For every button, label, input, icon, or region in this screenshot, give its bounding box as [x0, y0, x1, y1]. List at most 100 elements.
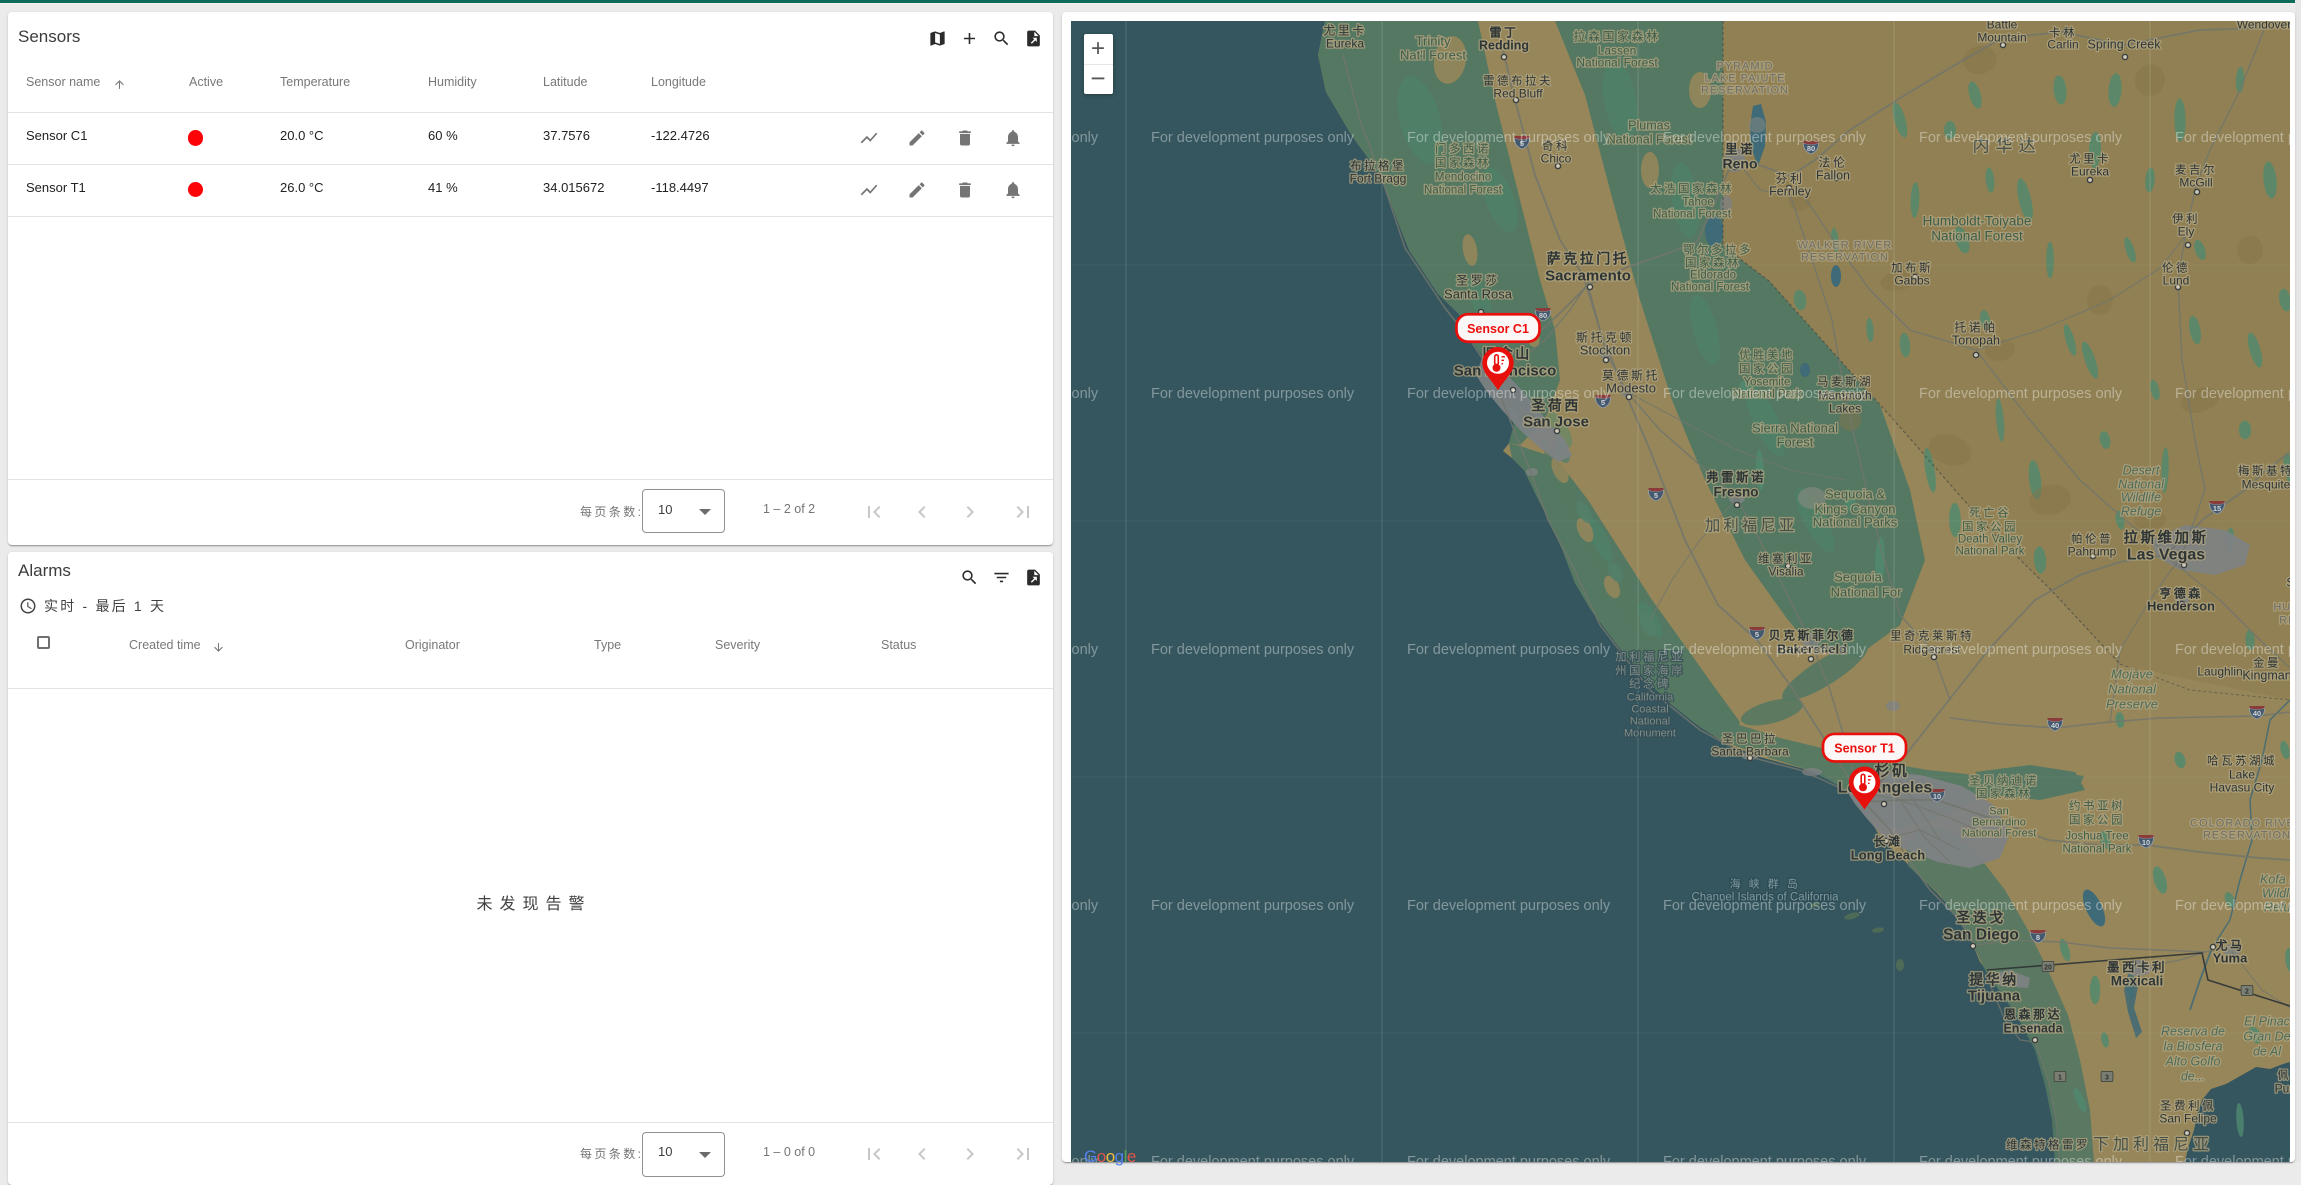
svg-text:Lakes: Lakes	[1829, 402, 1861, 416]
svg-text:拉斯维加斯: 拉斯维加斯	[2124, 529, 2209, 547]
svg-text:For development purposes only: For development purposes only	[1151, 642, 1355, 658]
svg-text:Modesto: Modesto	[1606, 381, 1656, 396]
svg-text:For development purposes only: For development purposes only	[2175, 130, 2290, 146]
svg-text:Joshua Tree: Joshua Tree	[2065, 831, 2128, 843]
svg-text:For development purposes only: For development purposes only	[1071, 642, 1099, 658]
svg-text:RES: RES	[2279, 615, 2290, 627]
svg-text:National For: National For	[1831, 585, 1902, 600]
svg-text:国家森林: 国家森林	[1435, 156, 1491, 170]
svg-text:5: 5	[1755, 630, 1759, 639]
svg-text:For development purposes only: For development purposes only	[1919, 1154, 2123, 1162]
svg-text:Tonopah: Tonopah	[1952, 334, 2000, 348]
svg-text:Fresno: Fresno	[1713, 485, 1758, 500]
svg-text:Forest: Forest	[1777, 435, 1814, 450]
svg-text:1: 1	[2058, 1075, 2062, 1082]
svg-text:Fallon: Fallon	[1816, 169, 1850, 183]
svg-text:鄂尔多拉多: 鄂尔多拉多	[1683, 243, 1753, 257]
svg-text:HUAL: HUAL	[2273, 602, 2290, 614]
svg-text:Laughlin: Laughlin	[2197, 665, 2242, 679]
svg-text:Reserva de: Reserva de	[2161, 1025, 2225, 1039]
svg-text:Wendover: Wendover	[2237, 21, 2290, 32]
svg-text:California: California	[1627, 692, 1674, 704]
svg-text:2: 2	[2245, 989, 2249, 996]
svg-text:Preserve: Preserve	[2106, 697, 2158, 712]
svg-text:For development purposes only: For development purposes only	[1919, 898, 2123, 914]
svg-text:For development purposes only: For development purposes only	[2175, 898, 2290, 914]
svg-text:圣贝纳迪诺: 圣贝纳迪诺	[1969, 775, 2039, 788]
svg-text:RESERVATION: RESERVATION	[1701, 85, 1789, 97]
svg-text:10: 10	[2142, 838, 2150, 847]
svg-text:国家公园: 国家公园	[1739, 362, 1795, 376]
svg-text:National Forest: National Forest	[1671, 282, 1750, 294]
svg-text:For development purposes only: For development purposes only	[2175, 386, 2290, 402]
svg-text:40: 40	[2253, 709, 2261, 718]
svg-text:PYRAMID: PYRAMID	[1716, 61, 1773, 73]
svg-text:Eldorado: Eldorado	[1690, 270, 1736, 282]
svg-text:Wildlife: Wildlife	[2121, 491, 2161, 505]
svg-text:McGill: McGill	[2179, 176, 2212, 190]
svg-text:国家公园: 国家公园	[1962, 520, 2018, 534]
svg-text:Humboldt-Toiyabe: Humboldt-Toiyabe	[1923, 214, 2032, 229]
svg-text:40: 40	[2051, 721, 2059, 730]
svg-text:Death Valley: Death Valley	[1958, 534, 2023, 546]
svg-text:For development purposes only: For development purposes only	[1663, 386, 1867, 402]
svg-text:For development purposes only: For development purposes only	[1407, 1154, 1611, 1162]
svg-text:For development purposes only: For development purposes only	[1407, 642, 1611, 658]
svg-text:For development purposes only: For development purposes only	[2175, 642, 2290, 658]
svg-text:Tijuana: Tijuana	[1968, 988, 2021, 1005]
svg-text:Kofa Natio: Kofa Natio	[2260, 873, 2290, 887]
svg-text:National Forest: National Forest	[1962, 828, 2037, 840]
svg-text:For development purposes only: For development purposes only	[1663, 898, 1867, 914]
svg-text:80: 80	[1539, 311, 1547, 320]
svg-text:St: St	[2286, 576, 2290, 590]
svg-text:Fernley: Fernley	[1769, 185, 1811, 199]
svg-text:For development purposes only: For development purposes only	[1663, 130, 1867, 146]
svg-text:Santa Rosa: Santa Rosa	[1444, 287, 1513, 302]
svg-text:托诺帕: 托诺帕	[1954, 320, 1998, 335]
svg-text:For development purposes only: For development purposes only	[1407, 386, 1611, 402]
svg-text:National Forest: National Forest	[1576, 56, 1658, 70]
svg-text:WALKER RIVER: WALKER RIVER	[1798, 240, 1893, 252]
svg-text:Santa Barbara: Santa Barbara	[1711, 745, 1789, 759]
svg-text:For development purposes only: For development purposes only	[1071, 130, 1099, 146]
svg-text:Sensor C1: Sensor C1	[1467, 322, 1529, 336]
svg-text:Mesquite: Mesquite	[2242, 478, 2290, 492]
svg-text:里奇克莱斯特: 里奇克莱斯特	[1890, 629, 1974, 643]
svg-text:Eureka: Eureka	[2071, 165, 2109, 179]
svg-text:For development purposes only: For development purposes only	[1151, 386, 1355, 402]
svg-text:San Diego: San Diego	[1943, 927, 2019, 944]
svg-text:Ely: Ely	[2178, 225, 2195, 239]
svg-text:El Pinac: El Pinac	[2244, 1015, 2290, 1029]
svg-text:National Forest: National Forest	[1653, 209, 1732, 221]
svg-text:梅斯基特: 梅斯基特	[2238, 464, 2290, 478]
svg-text:Alto Golfo: Alto Golfo	[2165, 1055, 2221, 1069]
svg-text:布拉格堡: 布拉格堡	[1350, 159, 1406, 173]
svg-text:For development purposes only: For development purposes only	[1151, 898, 1355, 914]
svg-text:National Park: National Park	[1955, 546, 2024, 558]
svg-text:伦德: 伦德	[2162, 261, 2190, 275]
svg-text:Havasu City: Havasu City	[2210, 781, 2275, 795]
svg-text:州国家海岸: 州国家海岸	[1615, 664, 1685, 678]
svg-text:Sierra National: Sierra National	[1752, 421, 1838, 436]
svg-text:San Felipe: San Felipe	[2159, 1112, 2217, 1126]
svg-text:For development purposes only: For development purposes only	[1663, 642, 1867, 658]
svg-text:For development purposes only: For development purposes only	[1919, 386, 2123, 402]
svg-text:Kingman: Kingman	[2242, 669, 2290, 683]
svg-text:For development purposes only: For development purposes only	[1919, 130, 2123, 146]
svg-text:8: 8	[2036, 933, 2040, 942]
svg-text:Reno: Reno	[1723, 156, 1758, 172]
svg-text:圣巴巴拉: 圣巴巴拉	[1722, 732, 1778, 746]
svg-text:Monument: Monument	[1624, 728, 1676, 740]
svg-text:国家公园: 国家公园	[2069, 813, 2125, 827]
svg-text:优胜美地: 优胜美地	[1739, 348, 1795, 362]
svg-text:国家森林: 国家森林	[1976, 787, 2032, 801]
svg-text:Visalia: Visalia	[1768, 565, 1803, 579]
svg-text:拉森国家森林: 拉森国家森林	[1573, 29, 1660, 44]
svg-text:For development purposes only: For development purposes only	[1151, 1154, 1355, 1162]
svg-text:For development purposes only: For development purposes only	[2175, 1154, 2290, 1162]
svg-text:For development purposes only: For development purposes only	[1407, 130, 1611, 146]
svg-text:Pue: Pue	[2275, 1082, 2290, 1096]
svg-text:纪念碑: 纪念碑	[1629, 677, 1671, 691]
svg-text:Mountain: Mountain	[1977, 31, 2026, 45]
svg-text:For development purposes only: For development purposes only	[1407, 898, 1611, 914]
